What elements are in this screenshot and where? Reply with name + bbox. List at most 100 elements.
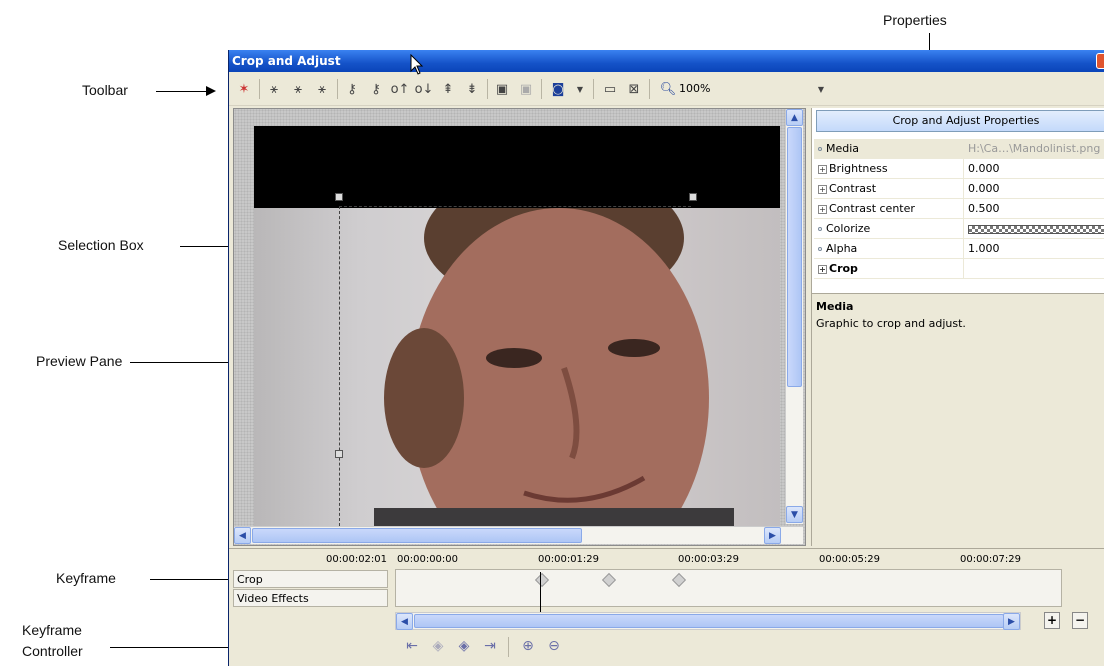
preview-horizontal-thumb[interactable] (252, 528, 582, 543)
close-button[interactable] (1096, 53, 1104, 69)
track-label-crop[interactable]: Crop (233, 570, 388, 588)
properties-header[interactable]: Crop and Adjust Properties (816, 110, 1104, 132)
property-row-crop[interactable]: + Crop (814, 259, 1104, 279)
timeline-horizontal-thumb[interactable] (414, 614, 1004, 628)
fit-width-icon[interactable]: ⚹ (289, 80, 307, 98)
preview-vertical-thumb[interactable] (787, 127, 802, 387)
property-row-alpha[interactable]: Alpha 1.000 (814, 239, 1104, 259)
current-time: 00:00:02:01 (326, 554, 388, 565)
property-row-media[interactable]: Media H:\Ca…\Mandolinist.png (814, 139, 1104, 159)
colorize-swatch[interactable] (968, 224, 1104, 234)
first-keyframe-icon[interactable]: ⇤ (402, 636, 422, 656)
expand-icon[interactable]: + (818, 265, 827, 274)
window-title: Crop and Adjust (232, 54, 341, 68)
add-keyframe-icon[interactable]: ⊕ (518, 636, 538, 656)
next-keyframe-icon[interactable]: ◈ (454, 636, 474, 656)
center-icon[interactable]: ⚹ (265, 80, 283, 98)
scroll-left-icon[interactable]: ◀ (234, 527, 251, 544)
preview-pane[interactable]: ▲ ▼ ◀ ▶ (233, 108, 806, 546)
zoom-level[interactable]: 100% (679, 82, 710, 95)
window-titlebar[interactable]: Crop and Adjust (229, 50, 1104, 72)
property-value[interactable]: 1.000 (966, 239, 1104, 259)
property-row-brightness[interactable]: + Brightness 0.000 (814, 159, 1104, 179)
rotate-right-icon[interactable]: ⚷ (367, 80, 385, 98)
paste-icon[interactable]: ▣ (517, 80, 535, 98)
scroll-left-icon[interactable]: ◀ (396, 613, 413, 630)
scroll-right-icon[interactable]: ▶ (1003, 613, 1020, 630)
expand-icon[interactable]: + (818, 185, 827, 194)
property-value[interactable]: 0.000 (966, 179, 1104, 199)
properties-panel: Crop and Adjust Properties Media H:\Ca…\… (811, 108, 1104, 546)
property-value[interactable]: H:\Ca…\Mandolinist.png (966, 139, 1104, 159)
property-name: + Crop (814, 259, 964, 279)
controller-separator (508, 637, 509, 657)
zoom-out-button[interactable]: − (1072, 612, 1088, 629)
move-down-icon[interactable]: o↓ (415, 80, 434, 98)
property-value[interactable] (966, 259, 1104, 279)
property-name: + Contrast center (814, 199, 964, 219)
property-value[interactable] (966, 219, 1104, 239)
selection-handle-top-right[interactable] (689, 193, 697, 201)
previous-keyframe-icon[interactable]: ◈ (428, 636, 448, 656)
selection-box[interactable] (339, 206, 691, 526)
property-name: + Brightness (814, 159, 964, 179)
snap-icon[interactable]: ◙ (549, 80, 567, 98)
property-name: Colorize (814, 219, 964, 239)
timeline-tracks: Crop Video Effects (229, 569, 1104, 630)
timeline-tick: 00:00:05:29 (819, 554, 881, 565)
property-row-colorize[interactable]: Colorize (814, 219, 1104, 239)
callout-toolbar-line (156, 91, 208, 92)
callout-toolbar: Toolbar (82, 82, 128, 98)
timeline-tick: 00:00:01:29 (538, 554, 600, 565)
track-area[interactable] (395, 569, 1062, 607)
zoom-icon[interactable]: 🔍︎ (659, 80, 677, 98)
timeline-tick: 00:00:00:00 (397, 554, 459, 565)
callout-properties: Properties (883, 12, 947, 28)
fit-height-icon[interactable]: ⚹ (313, 80, 331, 98)
reset-icon[interactable]: ✶ (235, 80, 253, 98)
property-row-contrast-center[interactable]: + Contrast center 0.500 (814, 199, 1104, 219)
scroll-right-icon[interactable]: ▶ (764, 527, 781, 544)
crop-and-adjust-window: Crop and Adjust ✶ ⚹ ⚹ ⚹ ⚷ ⚷ o↑ o↓ ⇞ ⇟ ▣ … (228, 50, 1104, 666)
keyframe-marker[interactable] (601, 572, 617, 588)
keyframe-marker[interactable] (671, 572, 687, 588)
align-bottom-icon[interactable]: ⇟ (463, 80, 481, 98)
zoom-in-button[interactable]: + (1044, 612, 1060, 629)
scroll-up-icon[interactable]: ▲ (786, 109, 803, 126)
callout-keyframe-controller-2: Controller (22, 643, 83, 659)
expand-icon[interactable]: + (818, 205, 827, 214)
description-text: Graphic to crop and adjust. (816, 317, 966, 330)
property-row-contrast[interactable]: + Contrast 0.000 (814, 179, 1104, 199)
property-value[interactable]: 0.000 (966, 159, 1104, 179)
scroll-down-icon[interactable]: ▼ (786, 506, 803, 523)
preview-horizontal-scrollbar[interactable]: ◀ ▶ (234, 526, 803, 544)
align-top-icon[interactable]: ⇞ (439, 80, 457, 98)
rotate-left-icon[interactable]: ⚷ (343, 80, 361, 98)
expand-icon[interactable]: + (818, 165, 827, 174)
description-title: Media (816, 300, 854, 313)
copy-icon[interactable]: ▣ (493, 80, 511, 98)
snap-dropdown-chevron-icon[interactable]: ▼ (571, 80, 589, 98)
callout-selection-box: Selection Box (58, 237, 144, 253)
track-label-video-effects[interactable]: Video Effects (233, 589, 388, 607)
timeline-horizontal-scrollbar[interactable]: ◀ ▶ (395, 612, 1021, 630)
move-up-icon[interactable]: o↑ (391, 80, 410, 98)
last-keyframe-icon[interactable]: ⇥ (480, 636, 500, 656)
delete-keyframe-icon[interactable]: ⊖ (544, 636, 564, 656)
property-name: + Contrast (814, 179, 964, 199)
property-name: Media (814, 139, 964, 159)
keyframe-marker[interactable] (534, 572, 550, 588)
show-rect-icon[interactable]: ▭ (601, 80, 619, 98)
timeline-tick: 00:00:03:29 (678, 554, 740, 565)
toolbar: ✶ ⚹ ⚹ ⚹ ⚷ ⚷ o↑ o↓ ⇞ ⇟ ▣ ▣ ◙ ▼ ▭ ⊠ 🔍︎ 100… (229, 72, 1104, 106)
timeline-ruler[interactable]: 00:00:02:01 00:00:00:00 00:00:01:29 00:0… (229, 549, 1104, 569)
preview-black-area (254, 126, 780, 208)
preview-vertical-scrollbar[interactable]: ▲ ▼ (785, 109, 803, 524)
zoom-dropdown-chevron-icon[interactable]: ▼ (812, 80, 830, 98)
property-value[interactable]: 0.500 (966, 199, 1104, 219)
show-env-icon[interactable]: ⊠ (625, 80, 643, 98)
keyframe-timeline: 00:00:02:01 00:00:00:00 00:00:01:29 00:0… (229, 548, 1104, 666)
selection-handle-top-left[interactable] (335, 193, 343, 201)
property-name: Alpha (814, 239, 964, 259)
selection-handle-left[interactable] (335, 450, 343, 458)
